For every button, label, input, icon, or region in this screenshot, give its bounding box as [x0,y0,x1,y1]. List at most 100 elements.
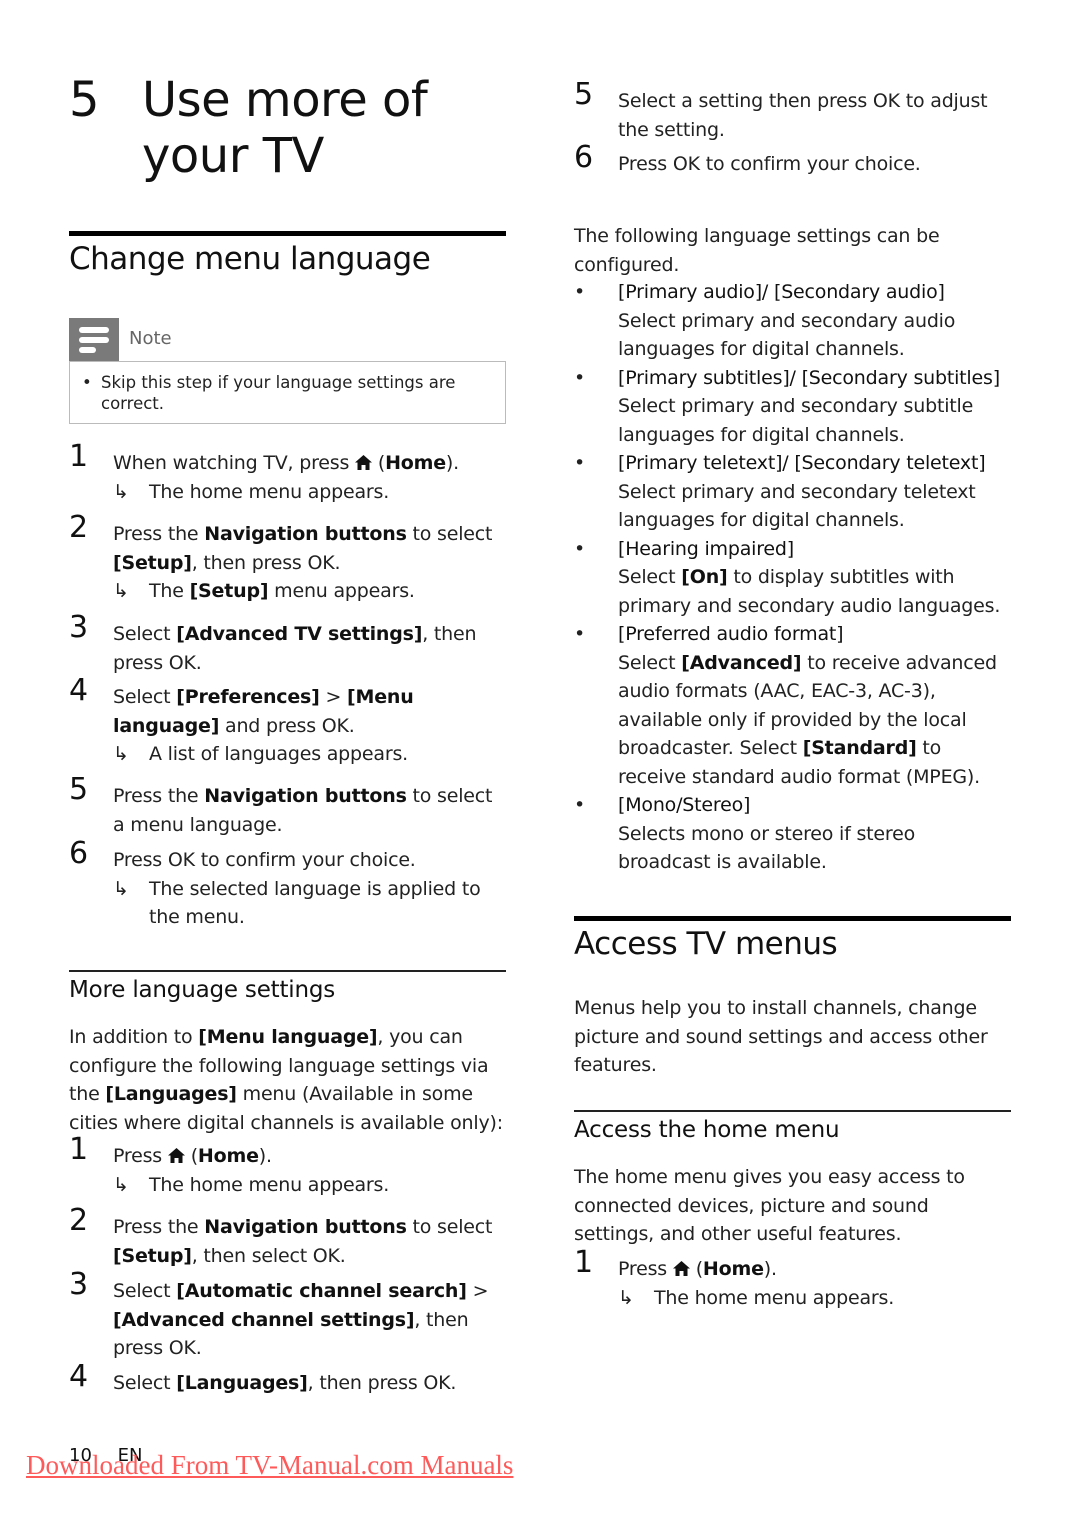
access-tv-menus-intro: Menus help you to install channels, chan… [574,997,988,1076]
step-item: 2 Press the Navigation buttons to select … [69,1206,506,1270]
step-item: 6 Press OK to confirm your choice. [574,143,1011,179]
option-description: Select primary and secondary teletext la… [618,478,1011,535]
step-number: 1 [69,1132,88,1167]
result-text: The selected language is applied to the … [149,877,481,929]
option-text: Select primary and secondary audio langu… [618,309,956,361]
step-text: Select a setting then press OK to adjust… [618,87,1011,144]
step-text: Press (Home). [113,1142,506,1171]
step-number: 2 [69,510,88,545]
option-description: Select primary and secondary audio langu… [618,307,1011,364]
step-item: 5 Select a setting then press OK to adjus… [574,80,1011,144]
result-text: A list of languages appears. [149,743,408,765]
step-result: ↳ The home menu appears. [113,1171,506,1200]
option-title: [Preferred audio format] [618,623,844,645]
option-text: Selects mono or stereo if stereo broadca… [618,822,916,874]
step-text: Press OK to confirm your choice. [618,150,1011,179]
result-text: The home menu appears. [654,1286,895,1309]
step-text: Select a setting then press OK to adjust… [618,90,988,141]
step-text: ( [689,1258,703,1280]
result-text: The home menu appears. [149,1173,390,1196]
step-text: Select [Advanced TV settings], then pres… [113,620,506,677]
watermark-link[interactable]: Downloaded From TV-Manual.com Manuals [26,1450,513,1481]
note-icon [69,318,119,361]
option-text: Select [618,651,682,674]
chapter-title-line2: your TV [142,128,324,184]
step-number: 3 [69,1267,88,1302]
language-option: • [Primary subtitles]/ [Secondary subtitl… [574,364,1011,450]
intro-emphasis: [Languages] [105,1083,237,1105]
step-text: ( [184,1145,198,1167]
step-text: Press the Navigation buttons to select a… [113,782,506,839]
step-emphasis: [Preferences] [176,686,320,708]
option-emphasis: [On] [681,566,728,588]
step-emphasis: Navigation buttons [204,785,407,807]
step-emphasis: [Advanced TV settings] [176,623,423,645]
result-arrow-icon: ↳ [113,743,129,765]
option-text: Select primary and secondary subtitle la… [618,395,974,446]
step-text: to select [406,1216,493,1238]
bullet-icon: • [574,537,586,560]
bullet-icon: • [574,366,586,389]
home-icon [672,1258,690,1280]
step-text: When watching TV, press [113,452,356,474]
step-text: , then press OK. [191,551,341,574]
step-emphasis: [Setup] [113,1244,192,1267]
result-arrow-icon: ↳ [113,580,129,602]
step-emphasis: [Advanced channel settings] [113,1308,415,1331]
note-label: Note [129,328,172,349]
language-option: • [Hearing impaired] Select [On] to displa… [574,535,1011,621]
step-item: 4 Select [Languages], then press OK. [69,1362,506,1398]
step-text: Press the Navigation buttons to select [… [113,1213,506,1270]
result-text: The [149,580,190,602]
intro-emphasis: [Menu language] [198,1026,378,1048]
language-option: • [Preferred audio format] Select [Advance… [574,620,1011,791]
result-arrow-icon: ↳ [113,877,129,900]
option-title: [Primary audio]/ [Secondary audio] [618,281,945,303]
step-text: Select [Preferences] > [Menu language] a… [113,683,506,740]
step-item: 4 Select [Preferences] > [Menu language] … [69,676,506,769]
bullet-icon: • [574,281,586,303]
step-text: Press the Navigation buttons to select [… [113,520,506,577]
result-arrow-icon: ↳ [113,1173,129,1196]
section-heading-change-menu-language: Change menu language [69,241,431,277]
option-emphasis: [Advanced] [681,651,802,674]
step-item: 3 Select [Automatic channel search] > [Ad… [69,1270,506,1363]
result-arrow-icon: ↳ [618,1286,634,1309]
step-number: 1 [574,1245,593,1280]
step-text: Select [Automatic channel search] > [Adv… [113,1277,506,1363]
step-number: 6 [574,140,593,175]
step-item: 5 Press the Navigation buttons to select … [69,775,506,839]
step-text: Press OK to confirm your choice. [618,153,921,175]
step-number: 4 [69,1359,88,1394]
step-item: 1 When watching TV, press (Home). ↳ The hom… [69,442,506,506]
step-emphasis: Navigation buttons [204,523,407,545]
step-text: Press the [113,523,205,545]
step-number: 1 [69,439,88,474]
step-number: 5 [69,772,88,807]
step-emphasis: [Automatic channel search] [176,1280,467,1302]
step-item: 6 Press OK to confirm your choice. ↳ The se… [69,839,506,932]
note-text: Skip this step if your language settings… [101,373,456,413]
option-description: Select primary and secondary subtitle la… [618,392,1011,449]
step-text: Press [618,1258,673,1280]
step-number: 3 [69,610,88,645]
step-text: Select [Languages], then press OK. [113,1369,506,1398]
step-text: When watching TV, press (Home). [113,449,506,478]
step-text: ). [445,452,459,474]
bullet-icon: • [82,373,92,392]
option-title: [Primary subtitles]/ [Secondary subtitle… [618,366,1000,389]
step-number: 5 [574,77,593,112]
step-text: > [466,1280,489,1302]
step-text: > [319,686,348,708]
step-text: to select [406,523,493,545]
language-option: • [Primary teletext]/ [Secondary teletext… [574,449,1011,535]
option-title: [Mono/Stereo] [618,794,751,816]
step-result: ↳ A list of languages appears. [113,740,506,769]
option-emphasis: [Standard] [802,737,917,759]
step-text: Select [113,686,177,708]
result-text: menu appears. [268,580,415,602]
option-description: Select [Advanced] to receive advanced au… [618,649,1011,792]
step-emphasis: [Setup] [113,551,192,574]
step-text: ( [372,452,386,474]
bullet-icon: • [574,623,586,645]
